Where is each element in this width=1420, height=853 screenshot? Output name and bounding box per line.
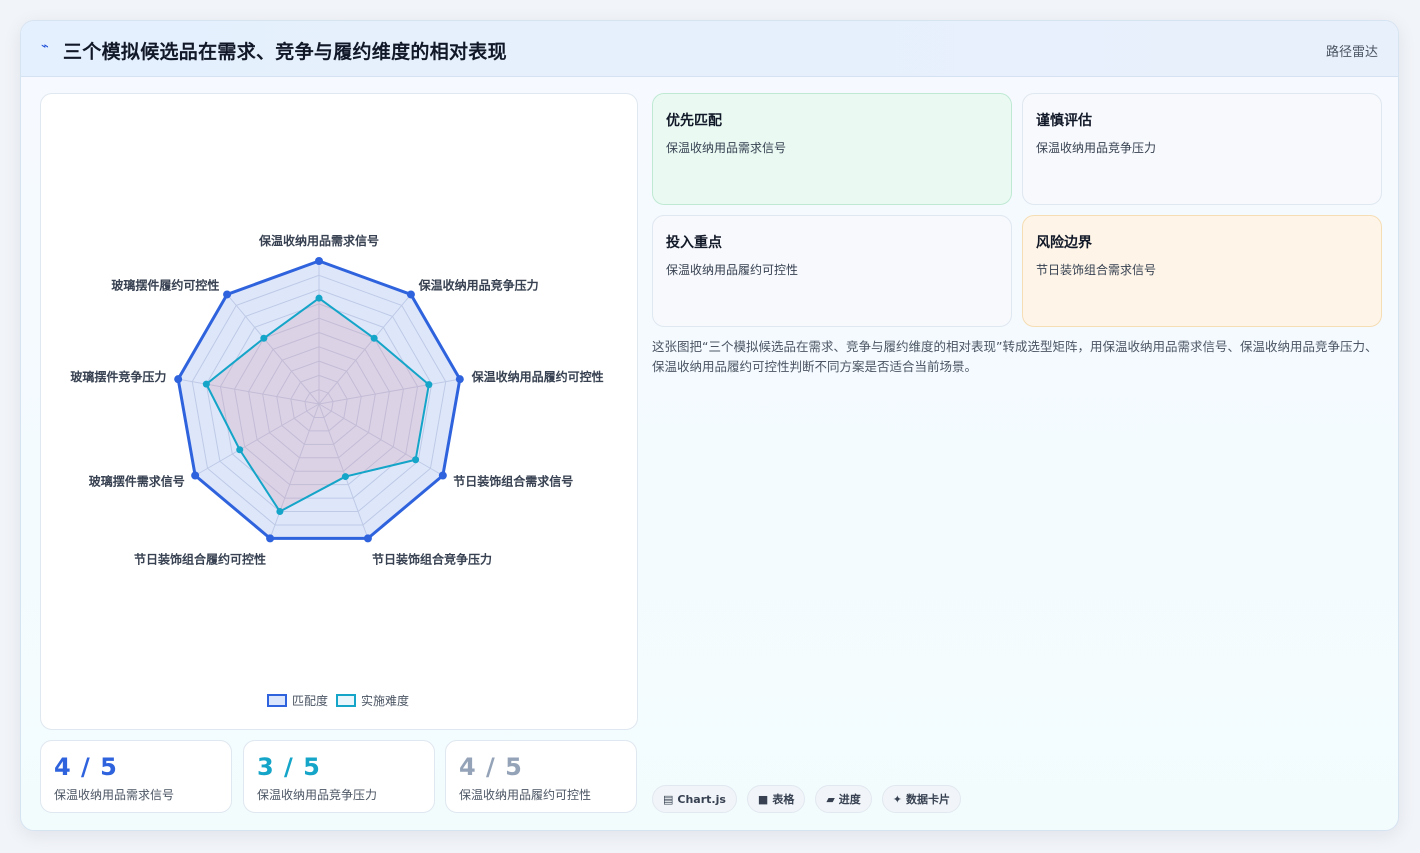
chip-label: Chart.js — [677, 792, 726, 806]
tech-chips: ▤ Chart.js ■ 表格 ▰ 进度 ✦ 数据卡片 — [652, 785, 962, 813]
chip-label: 数据卡片 — [906, 793, 951, 806]
axis-label: 玻璃摆件履约可控性 — [111, 277, 219, 292]
data-point — [260, 334, 268, 342]
data-point — [412, 456, 420, 464]
stat-value: 4 / 5 — [459, 753, 523, 781]
chip-label: 进度 — [838, 793, 861, 806]
radar-chart: 保温收纳用品需求信号保温收纳用品竞争压力保温收纳用品履约可控性节日装饰组合需求信… — [70, 233, 604, 567]
page-title: 三个模拟候选品在需求、竞争与履约维度的相对表现 — [63, 41, 507, 63]
chip-table[interactable]: ■ 表格 — [746, 785, 806, 813]
legend-label-match: 匹配度 — [292, 693, 329, 708]
data-point — [455, 375, 464, 384]
insight-body: 保温收纳用品需求信号 — [666, 141, 787, 155]
chart-icon: ▤ — [663, 792, 674, 806]
data-point — [315, 294, 323, 302]
stat-card-competition: 3 / 5 保温收纳用品竞争压力 — [243, 740, 435, 813]
stat-label: 保温收纳用品竞争压力 — [257, 788, 378, 802]
insight-title: 风险边界 — [1036, 235, 1092, 251]
stat-card-fulfillment: 4 / 5 保温收纳用品履约可控性 — [445, 740, 637, 813]
chip-chartjs[interactable]: ▤ Chart.js — [652, 785, 737, 813]
axis-label: 节日装饰组合竞争压力 — [372, 552, 492, 567]
table-icon: ■ — [757, 792, 769, 806]
legend-swatch-match — [267, 693, 287, 707]
stat-label: 保温收纳用品需求信号 — [54, 788, 175, 802]
card-icon: ✦ — [892, 792, 903, 806]
pulse-icon: ⌁ — [41, 39, 49, 54]
chip-progress[interactable]: ▰ 进度 — [815, 785, 872, 813]
axis-label: 玻璃摆件竞争压力 — [70, 369, 166, 384]
insight-priority: 优先匹配 保温收纳用品需求信号 — [652, 93, 1012, 205]
data-point — [315, 257, 323, 265]
data-point — [191, 471, 200, 480]
data-point — [276, 508, 284, 516]
main-card: ⌁ 三个模拟候选品在需求、竞争与履约维度的相对表现 路径雷达 保温收纳用品需求信… — [20, 20, 1399, 831]
insight-title: 优先匹配 — [666, 113, 722, 129]
data-point — [341, 473, 349, 481]
stat-value: 4 / 5 — [54, 753, 118, 781]
data-point — [266, 534, 275, 543]
header: ⌁ 三个模拟候选品在需求、竞争与履约维度的相对表现 路径雷达 — [21, 21, 1398, 77]
chart-legend: 匹配度 实施难度 — [267, 692, 409, 708]
stat-label: 保温收纳用品履约可控性 — [459, 788, 592, 802]
insight-title: 谨慎评估 — [1036, 113, 1092, 129]
insight-title: 投入重点 — [666, 235, 722, 251]
axis-label: 节日装饰组合需求信号 — [453, 474, 573, 489]
data-point — [223, 290, 232, 299]
insight-risk: 风险边界 节日装饰组合需求信号 — [1022, 215, 1382, 327]
data-point — [202, 380, 210, 388]
chip-label: 表格 — [772, 793, 795, 806]
chart-type-tag: 路径雷达 — [1325, 45, 1378, 60]
legend-item-match[interactable]: 匹配度 — [267, 692, 328, 709]
axis-label: 保温收纳用品需求信号 — [258, 233, 379, 248]
axis-label: 保温收纳用品履约可控性 — [471, 369, 604, 384]
data-point — [370, 334, 378, 342]
data-point — [174, 375, 183, 384]
insight-body: 保温收纳用品竞争压力 — [1036, 141, 1157, 155]
data-point — [236, 446, 244, 454]
legend-swatch-difficulty — [336, 693, 357, 707]
insight-focus: 投入重点 保温收纳用品履约可控性 — [652, 215, 1012, 327]
radar-chart-panel: 保温收纳用品需求信号保温收纳用品竞争压力保温收纳用品履约可控性节日装饰组合需求信… — [40, 93, 638, 730]
insight-body: 节日装饰组合需求信号 — [1036, 263, 1157, 277]
chart-description: 这张图把“三个模拟候选品在需求、竞争与履约维度的相对表现”转成选型矩阵，用保温收… — [652, 339, 1378, 374]
data-point — [363, 534, 372, 543]
insight-body: 保温收纳用品履约可控性 — [666, 263, 799, 277]
axis-label: 玻璃摆件需求信号 — [89, 474, 185, 489]
axis-label: 节日装饰组合履约可控性 — [134, 552, 266, 567]
data-point — [425, 381, 433, 389]
stat-card-demand: 4 / 5 保温收纳用品需求信号 — [40, 740, 232, 813]
stat-value: 3 / 5 — [257, 753, 321, 781]
legend-item-difficulty[interactable]: 实施难度 — [336, 692, 409, 709]
legend-label-difficulty: 实施难度 — [361, 693, 410, 708]
insight-caution: 谨慎评估 保温收纳用品竞争压力 — [1022, 93, 1382, 205]
data-point — [406, 290, 415, 299]
chip-data-card[interactable]: ✦ 数据卡片 — [881, 785, 962, 813]
data-point — [438, 471, 447, 480]
progress-icon: ▰ — [826, 792, 835, 806]
axis-label: 保温收纳用品竞争压力 — [418, 277, 539, 292]
